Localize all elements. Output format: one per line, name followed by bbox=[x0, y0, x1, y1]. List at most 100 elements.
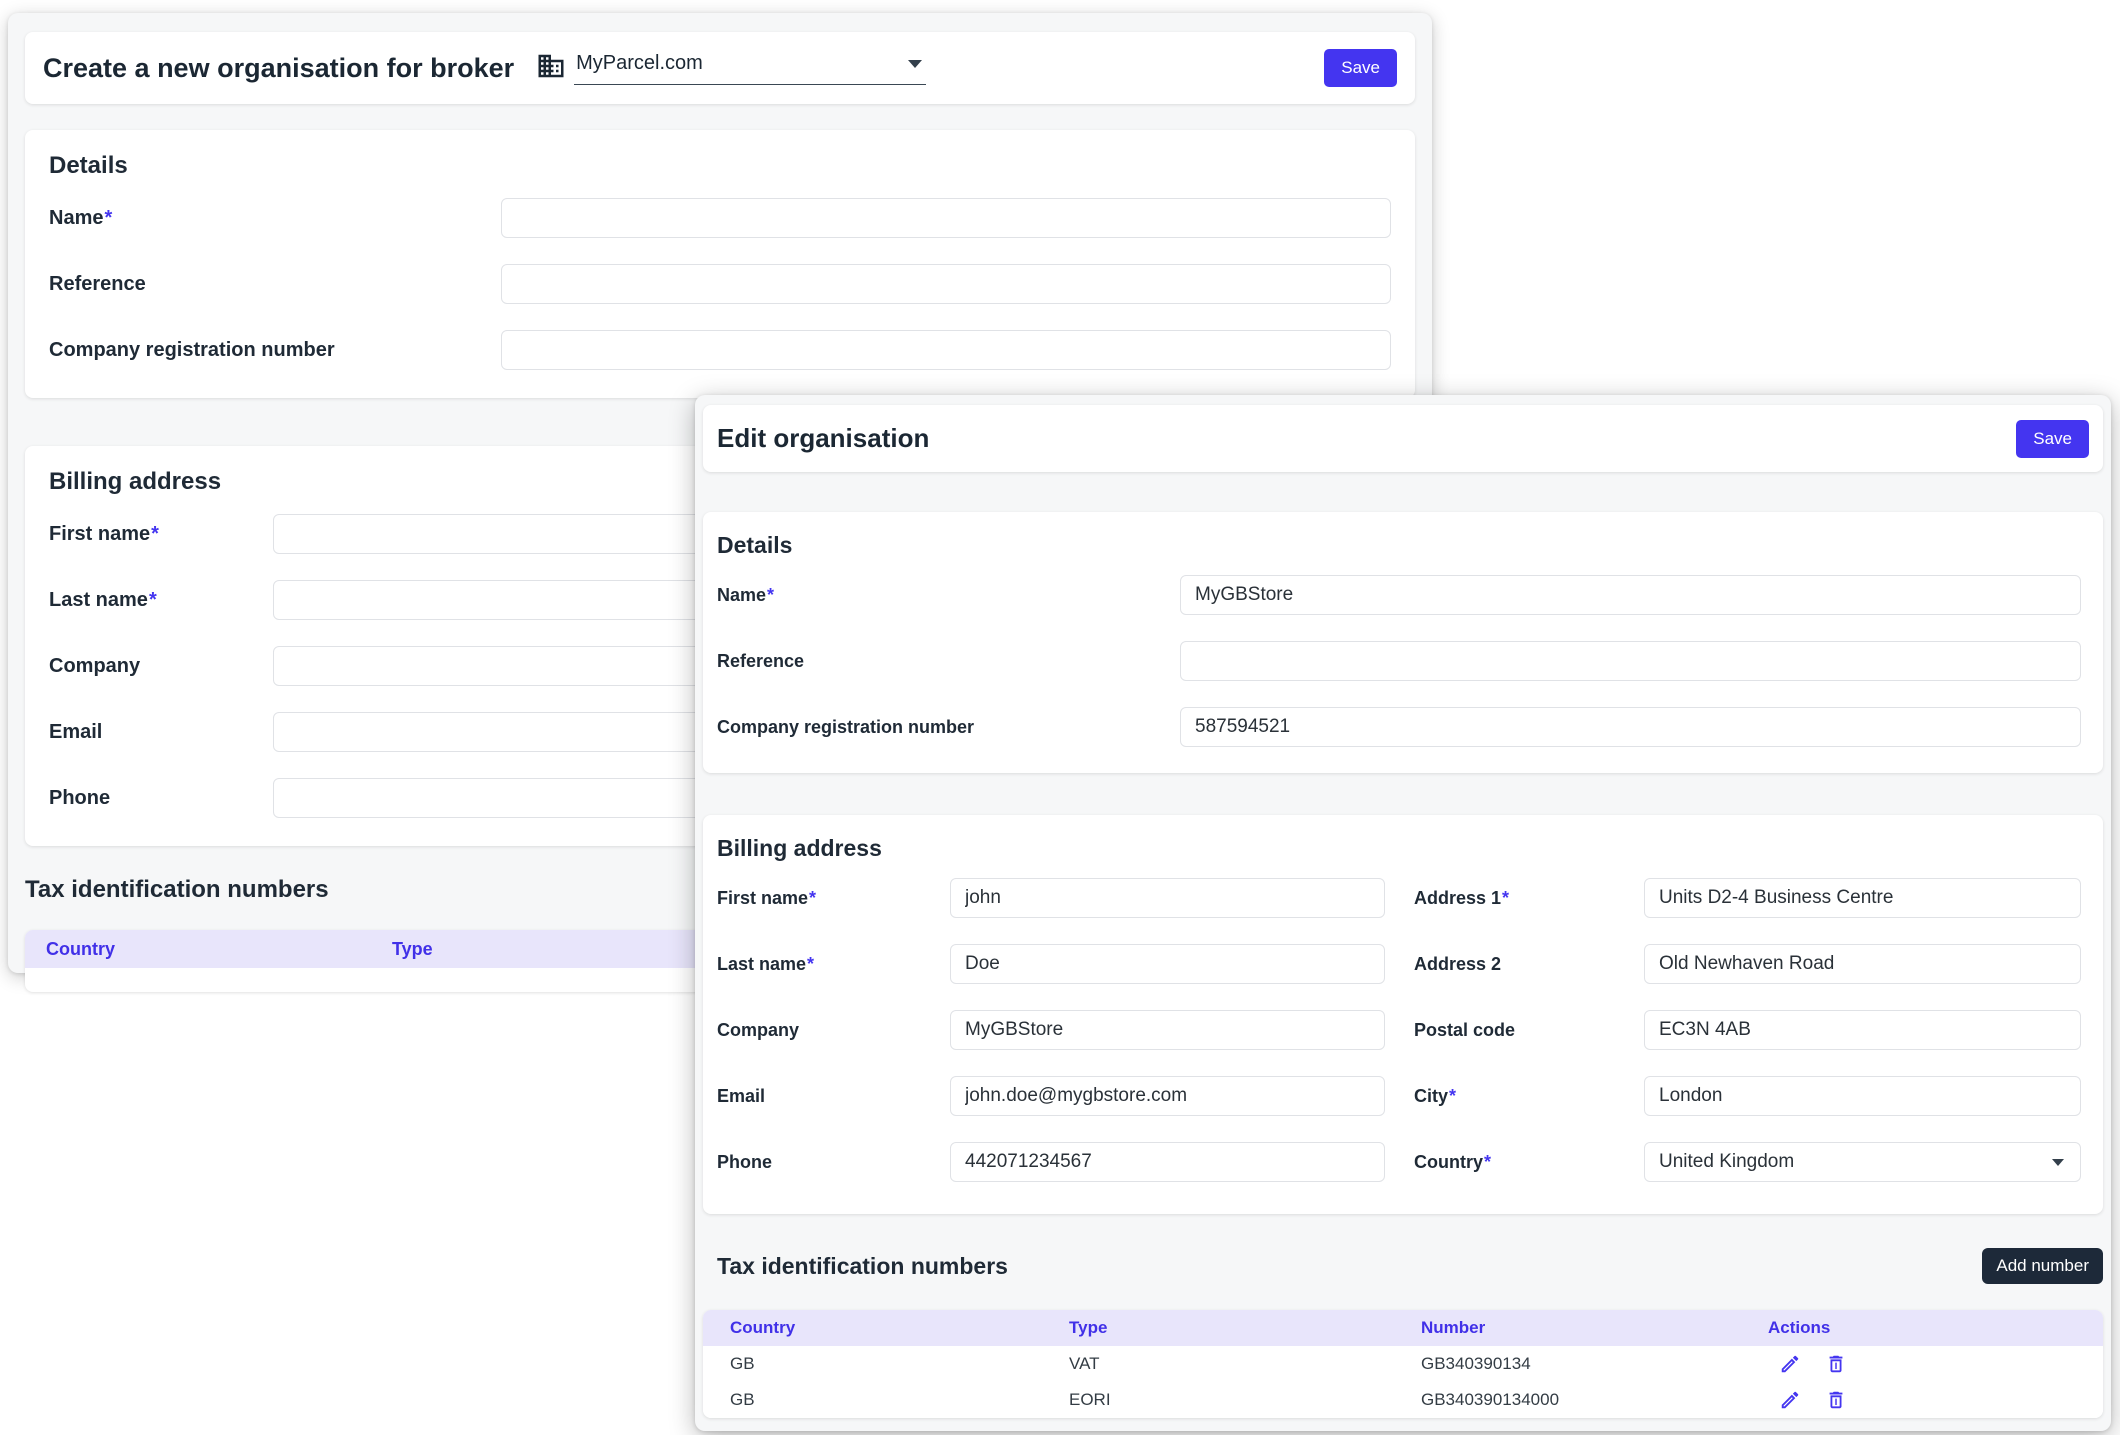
required-asterisk: * bbox=[1502, 888, 1509, 908]
edit-phone-input[interactable] bbox=[950, 1142, 1385, 1182]
create-name-label: Name* bbox=[49, 207, 501, 230]
delete-icon[interactable] bbox=[1825, 1389, 1847, 1411]
broker-select[interactable]: MyParcel.com bbox=[574, 52, 926, 85]
field-row: Reference bbox=[49, 264, 1391, 304]
field-row: Last name* Address 2 bbox=[717, 944, 2089, 984]
page: Create a new organisation for broker MyP… bbox=[0, 0, 2120, 1435]
create-window-title: Create a new organisation for broker bbox=[43, 53, 514, 84]
edit-tax-table-header: Country Type Number Actions bbox=[703, 1310, 2103, 1346]
edit-first-name-label: First name* bbox=[717, 888, 950, 909]
create-phone-label: Phone bbox=[49, 787, 273, 810]
add-number-button[interactable]: Add number bbox=[1982, 1248, 2103, 1284]
required-asterisk: * bbox=[809, 888, 816, 908]
column-header-type: Type bbox=[1042, 1318, 1394, 1338]
create-tax-heading: Tax identification numbers bbox=[25, 876, 329, 904]
cell-number: GB340390134000 bbox=[1394, 1390, 1741, 1410]
create-company-registration-number-input[interactable] bbox=[501, 330, 1391, 370]
field-row: Email City* bbox=[717, 1076, 2089, 1116]
edit-name-input[interactable] bbox=[1180, 575, 2081, 615]
create-last-name-label: Last name* bbox=[49, 589, 273, 612]
table-row: GB VAT GB340390134 bbox=[703, 1346, 2103, 1382]
field-row: Company registration number bbox=[49, 330, 1391, 370]
edit-header-card: Edit organisation Save bbox=[703, 405, 2103, 472]
required-asterisk: * bbox=[1484, 1152, 1491, 1172]
edit-tax-heading-row: Tax identification numbers Add number bbox=[703, 1248, 2103, 1284]
edit-address-1-label: Address 1* bbox=[1414, 888, 1644, 909]
chevron-down-icon bbox=[908, 60, 922, 68]
edit-company-label: Company bbox=[717, 1020, 950, 1041]
cell-type: VAT bbox=[1042, 1354, 1394, 1374]
edit-city-label: City* bbox=[1414, 1086, 1644, 1107]
edit-name-label: Name* bbox=[717, 585, 1180, 606]
chevron-down-icon bbox=[2052, 1159, 2064, 1166]
edit-details-heading: Details bbox=[717, 532, 2089, 559]
broker-select-value: MyParcel.com bbox=[576, 52, 703, 75]
create-details-section: Details Name* Reference Company registra… bbox=[25, 130, 1415, 398]
edit-window-title: Edit organisation bbox=[717, 423, 929, 454]
field-row: Name* bbox=[717, 575, 2089, 615]
create-name-input[interactable] bbox=[501, 198, 1391, 238]
create-company-label: Company bbox=[49, 655, 273, 678]
create-reference-label: Reference bbox=[49, 273, 501, 296]
create-company-registration-number-label: Company registration number bbox=[49, 339, 501, 362]
edit-details-section: Details Name* Reference Company registra… bbox=[703, 512, 2103, 773]
edit-company-input[interactable] bbox=[950, 1010, 1385, 1050]
create-email-label: Email bbox=[49, 721, 273, 744]
cell-country: GB bbox=[703, 1390, 1042, 1410]
edit-postal-code-input[interactable] bbox=[1644, 1010, 2081, 1050]
required-asterisk: * bbox=[1449, 1086, 1456, 1106]
cell-number: GB340390134 bbox=[1394, 1354, 1741, 1374]
edit-address-2-input[interactable] bbox=[1644, 944, 2081, 984]
edit-billing-heading: Billing address bbox=[717, 835, 2089, 862]
column-header-country: Country bbox=[25, 939, 371, 960]
edit-company-registration-number-input[interactable] bbox=[1180, 707, 2081, 747]
organisation-building-icon bbox=[536, 51, 566, 81]
edit-reference-input[interactable] bbox=[1180, 641, 2081, 681]
edit-billing-section: Billing address First name* Address 1* L… bbox=[703, 815, 2103, 1214]
edit-phone-label: Phone bbox=[717, 1152, 950, 1173]
create-header-card: Create a new organisation for broker MyP… bbox=[25, 32, 1415, 104]
field-row: Company registration number bbox=[717, 707, 2089, 747]
create-save-button[interactable]: Save bbox=[1324, 49, 1397, 87]
column-header-number: Number bbox=[1394, 1318, 1741, 1338]
cell-country: GB bbox=[703, 1354, 1042, 1374]
table-row: GB EORI GB340390134000 bbox=[703, 1382, 2103, 1418]
required-asterisk: * bbox=[151, 523, 159, 545]
edit-address-2-label: Address 2 bbox=[1414, 954, 1644, 975]
edit-save-button[interactable]: Save bbox=[2016, 420, 2089, 458]
edit-last-name-input[interactable] bbox=[950, 944, 1385, 984]
field-row: Company Postal code bbox=[717, 1010, 2089, 1050]
field-row: Reference bbox=[717, 641, 2089, 681]
create-details-heading: Details bbox=[49, 152, 1391, 180]
edit-email-input[interactable] bbox=[950, 1076, 1385, 1116]
edit-country-select[interactable]: United Kingdom bbox=[1644, 1142, 2081, 1182]
required-asterisk: * bbox=[767, 585, 774, 605]
create-first-name-label: First name* bbox=[49, 523, 273, 546]
field-row: Name* bbox=[49, 198, 1391, 238]
country-select-value: United Kingdom bbox=[1659, 1151, 1794, 1173]
edit-email-label: Email bbox=[717, 1086, 950, 1107]
create-reference-input[interactable] bbox=[501, 264, 1391, 304]
edit-last-name-label: Last name* bbox=[717, 954, 950, 975]
edit-icon[interactable] bbox=[1779, 1353, 1801, 1375]
edit-reference-label: Reference bbox=[717, 651, 1180, 672]
cell-type: EORI bbox=[1042, 1390, 1394, 1410]
edit-icon[interactable] bbox=[1779, 1389, 1801, 1411]
field-row: Phone Country* United Kingdom bbox=[717, 1142, 2089, 1182]
row-actions bbox=[1741, 1353, 2103, 1375]
edit-city-input[interactable] bbox=[1644, 1076, 2081, 1116]
edit-address-1-input[interactable] bbox=[1644, 878, 2081, 918]
delete-icon[interactable] bbox=[1825, 1353, 1847, 1375]
edit-organisation-window: Edit organisation Save Details Name* Ref… bbox=[695, 395, 2111, 1431]
broker-select-group: MyParcel.com bbox=[536, 51, 926, 85]
column-header-actions: Actions bbox=[1741, 1318, 2103, 1338]
required-asterisk: * bbox=[104, 207, 112, 229]
required-asterisk: * bbox=[149, 589, 157, 611]
edit-tax-heading: Tax identification numbers bbox=[717, 1253, 1008, 1280]
required-asterisk: * bbox=[807, 954, 814, 974]
edit-tax-table: Country Type Number Actions GB VAT GB340… bbox=[703, 1310, 2103, 1418]
column-header-country: Country bbox=[703, 1318, 1042, 1338]
edit-country-label: Country* bbox=[1414, 1152, 1644, 1173]
field-row: First name* Address 1* bbox=[717, 878, 2089, 918]
edit-first-name-input[interactable] bbox=[950, 878, 1385, 918]
